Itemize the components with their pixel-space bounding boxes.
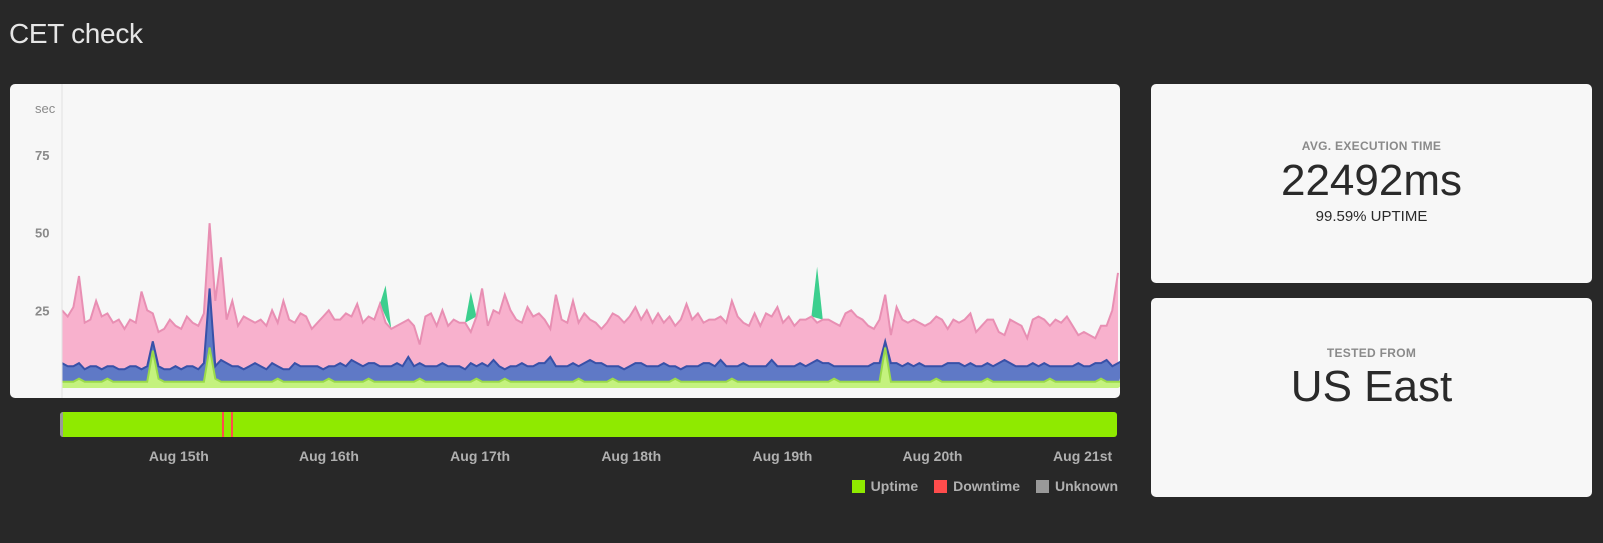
downtime-swatch xyxy=(934,479,948,493)
x-tick-label: Aug 15th xyxy=(148,448,209,464)
y-tick-label: 75 xyxy=(35,148,49,163)
x-tick-label: Aug 18th xyxy=(601,448,662,464)
y-axis-label: sec xyxy=(35,101,56,116)
unknown-segment xyxy=(60,412,63,437)
legend-unknown-label: Unknown xyxy=(1055,478,1118,494)
x-tick-label: Aug 17th xyxy=(450,448,511,464)
downtime-marker xyxy=(231,412,234,437)
x-tick-label: Aug 16th xyxy=(299,448,359,464)
legend-uptime-label: Uptime xyxy=(870,478,919,494)
x-tick-label: Aug 20th xyxy=(902,448,963,464)
tested-from-card: TESTED FROM US East xyxy=(1151,298,1592,497)
legend-downtime-label: Downtime xyxy=(953,478,1020,494)
avg-execution-label: AVG. EXECUTION TIME xyxy=(1301,139,1442,153)
legend-downtime: Downtime xyxy=(934,478,1020,494)
response-time-chart: sec 25 50 75 xyxy=(10,84,1120,398)
y-tick-label: 50 xyxy=(35,226,49,241)
x-tick-label: Aug 21st xyxy=(1053,448,1113,464)
spike-series-area xyxy=(811,266,823,320)
spike-series-area xyxy=(465,291,477,323)
uptime-percentage: 99.59% UPTIME xyxy=(1315,208,1428,225)
status-legend: Uptime Downtime Unknown xyxy=(851,478,1118,494)
avg-execution-value: 22492ms xyxy=(1280,156,1462,205)
tested-from-label: TESTED FROM xyxy=(1326,346,1417,360)
y-tick-label: 25 xyxy=(35,303,49,318)
chart-svg: sec 25 50 75 xyxy=(35,84,1120,398)
legend-unknown: Unknown xyxy=(1036,478,1118,494)
legend-uptime: Uptime xyxy=(851,478,919,494)
uptime-timeline-bar[interactable] xyxy=(60,412,1117,437)
avg-execution-card: AVG. EXECUTION TIME 22492ms 99.59% UPTIM… xyxy=(1151,84,1592,283)
tested-from-value: US East xyxy=(1290,362,1453,411)
x-tick-label: Aug 19th xyxy=(752,448,813,464)
uptime-swatch xyxy=(851,479,865,493)
page-title: CET check xyxy=(9,18,143,49)
downtime-marker xyxy=(221,412,224,437)
unknown-swatch xyxy=(1036,479,1049,493)
